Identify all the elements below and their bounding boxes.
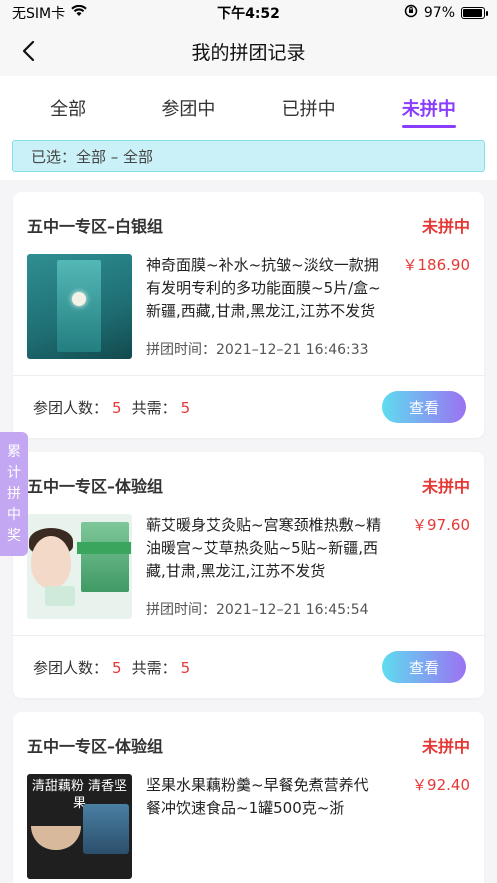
badge-char: 计 <box>7 464 21 481</box>
tab-all[interactable]: 全部 <box>8 76 128 140</box>
badge-char: 累 <box>7 443 21 460</box>
needed-label: 共需： <box>131 658 177 677</box>
product-title[interactable]: 神奇面膜~补水~抗皱~淡纹一款拥有发明专利的多功能面膜~5片/盒~新疆,西藏,甘… <box>146 254 382 323</box>
participants-value: 5 <box>112 658 122 677</box>
participant-counts: 参团人数： 5 共需： 5 <box>33 657 200 678</box>
group-time: 拼团时间：2021–12–21 16:45:54 <box>146 599 470 619</box>
badge-char: 奖 <box>7 527 21 544</box>
participants-label: 参团人数： <box>33 398 109 417</box>
group-name: 五中一专区–白银组 <box>27 217 164 236</box>
page-title: 我的拼团记录 <box>191 41 306 64</box>
needed-value: 5 <box>180 658 191 677</box>
needed-label: 共需： <box>131 398 177 417</box>
product-price: ￥186.90 <box>402 256 471 274</box>
status-badge: 未拼中 <box>421 217 470 236</box>
time-value: 2021–12–21 16:45:54 <box>216 602 369 618</box>
group-time: 拼团时间：2021–12–21 16:46:33 <box>146 339 470 359</box>
battery-percent: 97% <box>423 5 455 21</box>
wifi-icon <box>71 4 87 21</box>
chevron-left-icon <box>22 40 35 62</box>
navigation-bar: 我的拼团记录 <box>0 26 497 76</box>
participants-label: 参团人数： <box>33 658 109 677</box>
time-label: 拼团时间： <box>146 602 216 618</box>
filter-summary[interactable]: 已选：全部 – 全部 <box>12 140 485 172</box>
participants-value: 5 <box>112 398 122 417</box>
back-button[interactable] <box>16 38 40 64</box>
product-price: ￥92.40 <box>412 776 470 794</box>
participant-counts: 参团人数： 5 共需： 5 <box>33 397 200 418</box>
battery-icon <box>461 7 488 19</box>
order-card: 五中一专区–体验组 未拼中 清甜藕粉 清香坚果 坚果水果藕粉羹~早餐免煮营养代餐… <box>13 712 484 883</box>
tab-not-won[interactable]: 未拼中 <box>369 76 489 140</box>
cumulative-prize-badge[interactable]: 累 计 拼 中 奖 <box>0 432 28 556</box>
view-button[interactable]: 查看 <box>382 651 466 683</box>
product-image[interactable]: 清甜藕粉 清香坚果 <box>27 774 132 879</box>
active-tab-indicator <box>401 125 456 128</box>
product-image[interactable] <box>27 254 132 359</box>
carrier-label: 无SIM卡 <box>12 6 66 22</box>
product-image[interactable] <box>27 514 132 619</box>
orientation-lock-icon <box>404 4 418 22</box>
status-badge: 未拼中 <box>421 737 470 756</box>
badge-char: 拼 <box>7 485 21 502</box>
group-name: 五中一专区–体验组 <box>27 737 164 756</box>
order-card: 五中一专区–白银组 未拼中 神奇面膜~补水~抗皱~淡纹一款拥有发明专利的多功能面… <box>13 192 484 438</box>
tab-label: 未拼中 <box>401 99 456 120</box>
needed-value: 5 <box>180 398 191 417</box>
view-button[interactable]: 查看 <box>382 391 466 423</box>
tab-label: 参团中 <box>161 99 216 120</box>
status-badge: 未拼中 <box>421 477 470 496</box>
tab-bar: 全部 参团中 已拼中 未拼中 <box>0 76 497 140</box>
time-label: 拼团时间： <box>146 342 216 358</box>
tab-won[interactable]: 已拼中 <box>249 76 369 140</box>
product-title[interactable]: 蕲艾暖身艾灸贴~宫寒颈椎热敷~精油暖宫~艾草热灸贴~5贴~新疆,西藏,甘肃,黑龙… <box>146 514 382 583</box>
tab-label: 已拼中 <box>281 99 336 120</box>
badge-char: 中 <box>7 506 21 523</box>
tab-label: 全部 <box>50 99 87 120</box>
order-list: 五中一专区–白银组 未拼中 神奇面膜~补水~抗皱~淡纹一款拥有发明专利的多功能面… <box>0 180 497 883</box>
product-title[interactable]: 坚果水果藕粉羹~早餐免煮营养代餐冲饮速食品~1罐500克~浙 <box>146 774 382 820</box>
order-card: 五中一专区–体验组 未拼中 蕲艾暖身艾灸贴~宫寒颈椎热敷~精油暖宫~艾草热灸贴~… <box>13 452 484 698</box>
time-value: 2021–12–21 16:46:33 <box>216 342 369 358</box>
product-price: ￥97.60 <box>412 516 470 534</box>
clock: 下午4:52 <box>217 6 280 22</box>
group-name: 五中一专区–体验组 <box>27 477 164 496</box>
tab-joining[interactable]: 参团中 <box>128 76 248 140</box>
status-bar: 无SIM卡 下午4:52 97% <box>0 0 497 26</box>
filter-text: 已选：全部 – 全部 <box>31 147 154 166</box>
